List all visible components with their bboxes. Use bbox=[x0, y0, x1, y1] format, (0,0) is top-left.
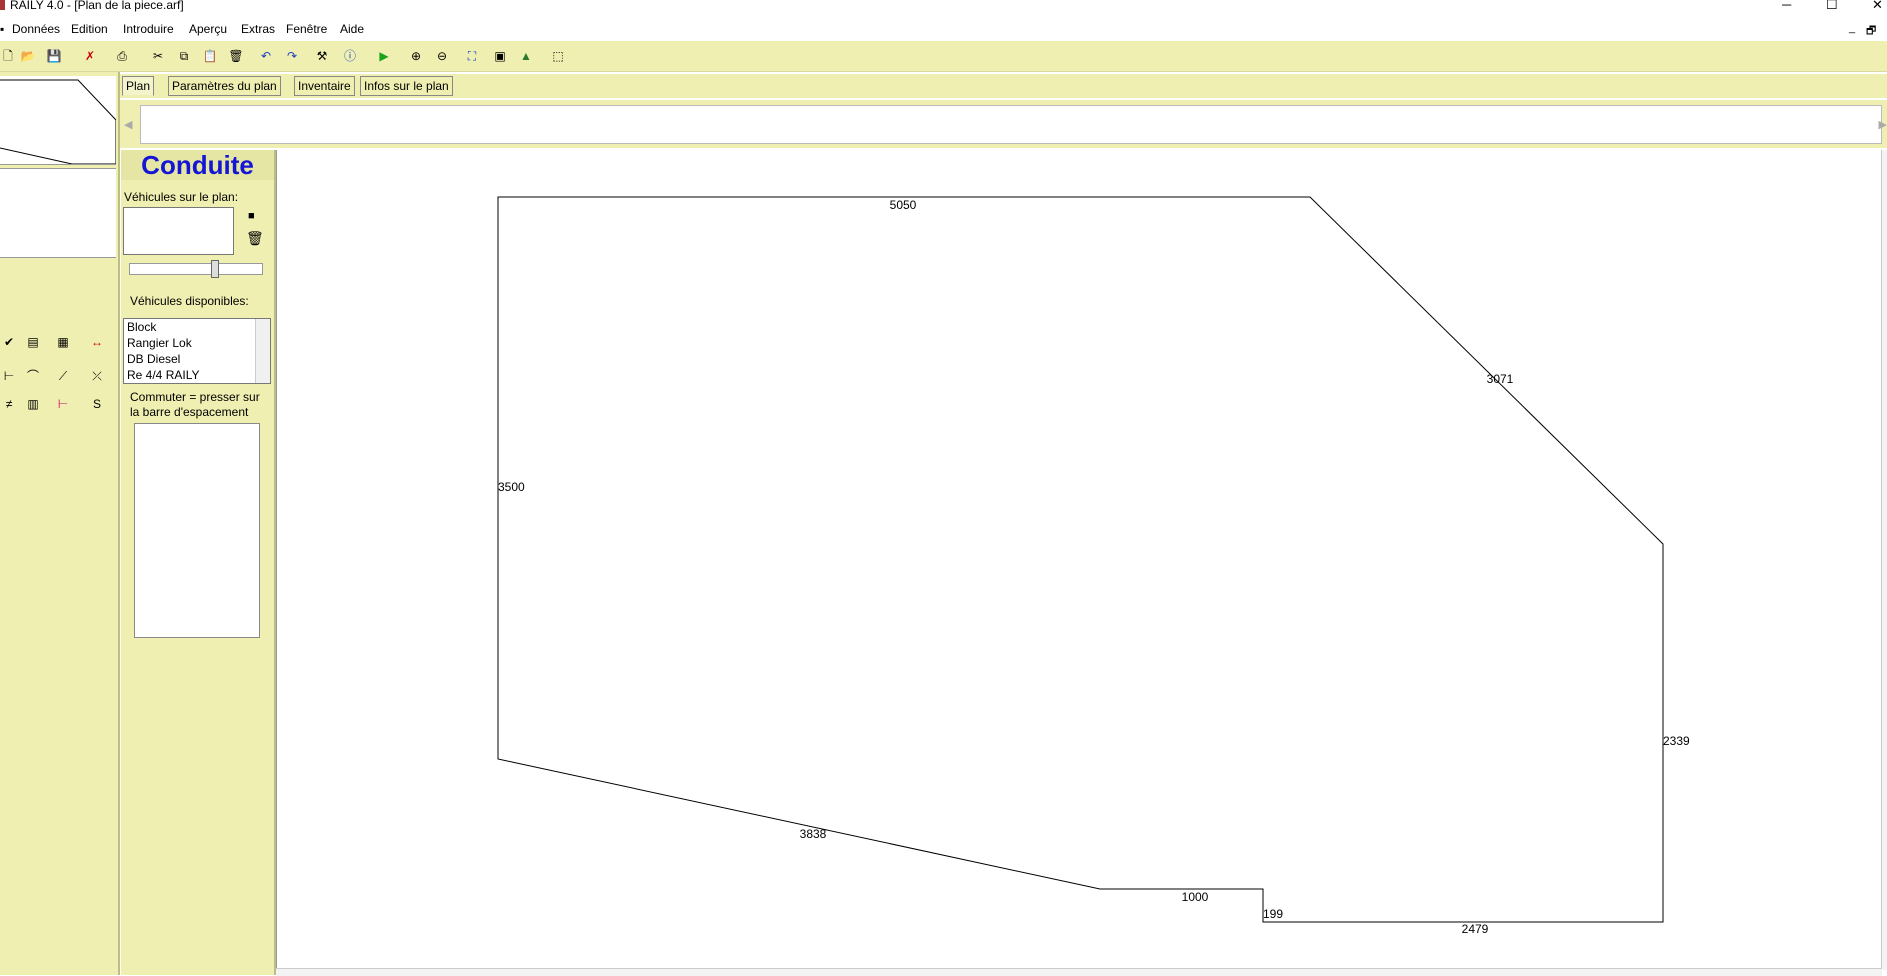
tool-panel: ✔ ▤ ▦ ↔ ⊢ ⌒ ⟋ ⤫ ≠ ▥ ⊢ S bbox=[0, 72, 120, 975]
tab-parametres-du-plan[interactable]: Paramètres du plan bbox=[168, 76, 281, 96]
list-scrollbar[interactable] bbox=[255, 319, 270, 383]
dimension-tool-icon[interactable]: ⊢ bbox=[54, 396, 72, 412]
s-curve-tool-icon[interactable]: S bbox=[88, 396, 106, 412]
zoom-in-icon[interactable]: ⊕ bbox=[408, 48, 424, 64]
new-icon[interactable]: 🗋 bbox=[0, 48, 16, 64]
dim-top: 5050 bbox=[890, 198, 917, 212]
scroll-left-icon[interactable]: ◀ bbox=[124, 118, 132, 131]
menu-extras[interactable]: Extras bbox=[241, 22, 275, 36]
view-3d-icon[interactable]: ▣ bbox=[492, 48, 508, 64]
room-outline: 5050 3071 3500 2339 3838 1000 199 2479 bbox=[497, 196, 1690, 936]
minimize-button[interactable]: ─ bbox=[1782, 0, 1791, 12]
dim-right: 2339 bbox=[1663, 734, 1690, 748]
speed-slider-thumb[interactable] bbox=[211, 260, 219, 278]
maximize-button[interactable]: ☐ bbox=[1826, 0, 1838, 13]
menu-fenetre[interactable]: Fenêtre bbox=[286, 22, 327, 36]
panel-tool-icon[interactable]: ▦ bbox=[54, 334, 72, 350]
vehicles-available-list[interactable]: Block Rangier Lok DB Diesel Re 4/4 RAILY bbox=[123, 318, 271, 384]
dim-left: 3500 bbox=[498, 480, 525, 494]
paste-icon[interactable]: 📋 bbox=[202, 48, 218, 64]
dim-bottom-diag: 3838 bbox=[800, 827, 827, 841]
check-tool-icon[interactable]: ✔ bbox=[0, 334, 18, 350]
title-bar: RAILY 4.0 - [Plan de la piece.arf] ─ ☐ ✕ bbox=[0, 0, 1887, 12]
vehicles-on-plan-list[interactable] bbox=[123, 207, 234, 255]
crossing-tool-icon[interactable]: ⤫ bbox=[88, 368, 106, 384]
open-icon[interactable]: 📂 bbox=[20, 48, 36, 64]
measure-tool-icon[interactable]: ↔ bbox=[88, 334, 106, 350]
remove-vehicle-icon[interactable]: 🗑 bbox=[246, 230, 264, 247]
menu-donnees[interactable]: Données bbox=[12, 22, 60, 36]
info-icon[interactable]: ⓘ bbox=[342, 48, 358, 64]
dim-diag: 3071 bbox=[1487, 372, 1514, 386]
vertical-scrollbar[interactable] bbox=[1881, 150, 1887, 970]
copy-icon[interactable]: ⧉ bbox=[176, 48, 192, 64]
command-strip: ◀ ▶ bbox=[120, 100, 1887, 148]
list-item[interactable]: DB Diesel bbox=[124, 351, 270, 367]
dim-step-top: 1000 bbox=[1182, 890, 1209, 904]
tab-infos-sur-le-plan[interactable]: Infos sur le plan bbox=[360, 76, 453, 96]
close-button[interactable]: ✕ bbox=[1872, 0, 1883, 13]
zoom-out-icon[interactable]: ⊖ bbox=[434, 48, 450, 64]
tab-inventaire[interactable]: Inventaire bbox=[294, 76, 355, 96]
redo-icon[interactable]: ↷ bbox=[284, 48, 300, 64]
mdi-restore-button[interactable]: 🗗 bbox=[1866, 22, 1876, 41]
properties-icon[interactable]: ⚒ bbox=[314, 48, 330, 64]
print-icon[interactable]: ⎙ bbox=[114, 48, 130, 64]
tab-plan[interactable]: Plan bbox=[122, 76, 155, 96]
menu-introduire[interactable]: Introduire bbox=[123, 22, 174, 36]
window-title: RAILY 4.0 - [Plan de la piece.arf] bbox=[10, 0, 184, 12]
app-icon bbox=[0, 0, 5, 10]
box-icon[interactable]: ⬚ bbox=[550, 48, 566, 64]
trash-icon[interactable]: 🗑 bbox=[228, 48, 244, 64]
menu-edition[interactable]: Edition bbox=[71, 22, 108, 36]
menu-aide[interactable]: Aide bbox=[340, 22, 364, 36]
driving-log[interactable] bbox=[134, 423, 260, 638]
list-item[interactable]: Re 4/4 RAILY bbox=[124, 367, 270, 383]
list-item[interactable]: Rangier Lok bbox=[124, 335, 270, 351]
slope-tool-icon[interactable]: ≠ bbox=[0, 396, 18, 412]
vehicles-available-label: Véhicules disponibles: bbox=[130, 294, 249, 308]
hint-line-1: Commuter = presser sur bbox=[130, 390, 260, 404]
command-area[interactable] bbox=[140, 105, 1882, 144]
save-icon[interactable]: 💾 bbox=[46, 48, 62, 64]
undo-icon[interactable]: ↶ bbox=[258, 48, 274, 64]
curve-tool-icon[interactable]: ⌒ bbox=[24, 368, 42, 384]
zoom-fit-icon[interactable]: ⛶ bbox=[464, 48, 480, 64]
stop-icon[interactable]: ■ bbox=[248, 210, 255, 222]
sleeper-tool-icon[interactable]: ▥ bbox=[24, 396, 42, 412]
tab-bar: Plan Paramètres du plan Inventaire Infos… bbox=[120, 74, 1887, 98]
menu-apercu[interactable]: Aperçu bbox=[189, 22, 227, 36]
run-icon[interactable]: ▶ bbox=[376, 48, 392, 64]
dim-bottom: 2479 bbox=[1462, 922, 1489, 936]
conduite-panel: Conduite Véhicules sur le plan: ■ 🗑 Véhi… bbox=[121, 150, 276, 975]
grid-tool-icon[interactable]: ▤ bbox=[24, 334, 42, 350]
room-polygon[interactable] bbox=[497, 196, 1664, 923]
track-tool-icon[interactable]: ⊢ bbox=[0, 368, 18, 384]
plan-canvas[interactable]: 5050 3071 3500 2339 3838 1000 199 2479 bbox=[276, 150, 1883, 970]
scroll-right-icon[interactable]: ▶ bbox=[1879, 118, 1887, 131]
dim-step-side: 199 bbox=[1263, 907, 1283, 921]
cut-icon[interactable]: ✂ bbox=[150, 48, 166, 64]
layer-overview[interactable] bbox=[0, 168, 116, 258]
plan-overview[interactable] bbox=[0, 76, 117, 165]
toolbar: 🗋 📂 💾 ✗ ⎙ ✂ ⧉ 📋 🗑 ↶ ↷ ⚒ ⓘ ▶ ⊕ ⊖ ⛶ ▣ ▲ ⬚ bbox=[0, 41, 1887, 72]
list-item[interactable]: Block bbox=[124, 319, 270, 335]
switch-tool-icon[interactable]: ⟋ bbox=[54, 368, 72, 384]
menu-app-icon[interactable]: ▪ bbox=[0, 22, 4, 36]
hint-line-2: la barre d'espacement bbox=[130, 405, 249, 419]
mountain-icon[interactable]: ▲ bbox=[518, 48, 534, 64]
speed-slider[interactable] bbox=[129, 263, 263, 275]
vehicles-on-plan-label: Véhicules sur le plan: bbox=[124, 190, 239, 204]
mdi-minimize-button[interactable]: _ bbox=[1849, 22, 1855, 34]
overview-outline bbox=[0, 79, 117, 165]
conduite-heading: Conduite bbox=[121, 150, 274, 180]
delete-x-icon[interactable]: ✗ bbox=[82, 48, 98, 64]
menu-bar: ▪ Données Edition Introduire Aperçu Extr… bbox=[0, 20, 1887, 40]
